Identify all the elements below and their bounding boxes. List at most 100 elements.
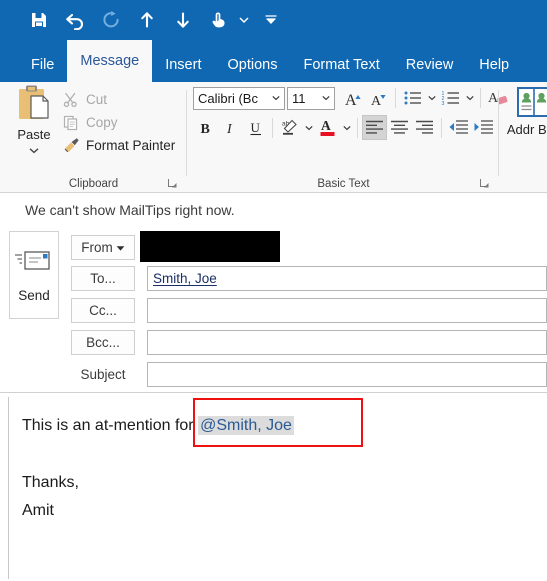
paste-button-label: Paste	[17, 127, 51, 142]
tab-review[interactable]: Review	[393, 48, 467, 82]
from-button[interactable]: From	[71, 235, 135, 260]
cut-label: Cut	[86, 92, 108, 107]
svg-text:A: A	[321, 118, 331, 133]
font-size-value: 11	[292, 90, 306, 106]
font-color-icon[interactable]: A	[315, 115, 340, 140]
address-book-label: Addr Boo	[506, 122, 547, 137]
clipboard-group-label: Clipboard	[68, 178, 119, 190]
tab-options[interactable]: Options	[214, 48, 290, 82]
to-input[interactable]: Smith, Joe	[147, 266, 547, 291]
outlook-compose-window: File Message Insert Options Format Text …	[0, 0, 547, 581]
subject-input[interactable]	[147, 362, 547, 387]
to-button[interactable]: To...	[71, 266, 135, 291]
shrink-font-icon[interactable]: A	[366, 86, 391, 111]
recipient-chip[interactable]: Smith, Joe	[153, 271, 217, 286]
at-mention-highlight[interactable]: @Smith, Joe	[198, 416, 294, 435]
cc-button[interactable]: Cc...	[71, 298, 135, 323]
redo-icon[interactable]	[94, 3, 128, 37]
copy-label: Copy	[86, 115, 118, 130]
send-button-label: Send	[18, 287, 50, 303]
font-name-value: Calibri (Bc	[198, 90, 258, 106]
basic-text-dialog-launcher[interactable]	[479, 176, 491, 188]
align-left-icon[interactable]	[362, 115, 387, 140]
divider	[357, 117, 358, 138]
text-highlight-icon[interactable]: ab	[277, 115, 302, 140]
send-button[interactable]: Send	[9, 231, 59, 319]
decrease-indent-icon[interactable]	[446, 115, 471, 140]
tab-insert[interactable]: Insert	[152, 48, 214, 82]
group-separator	[186, 90, 187, 176]
divider	[480, 88, 481, 108]
svg-text:I: I	[226, 122, 233, 137]
cc-label: Cc...	[89, 303, 117, 318]
tab-message[interactable]: Message	[67, 40, 153, 82]
bold-icon[interactable]: B	[193, 115, 218, 140]
signature-line-2: Amit	[22, 502, 54, 519]
cc-input[interactable]	[147, 298, 547, 323]
tab-help[interactable]: Help	[466, 48, 522, 82]
touch-mouse-mode-icon[interactable]	[202, 3, 236, 37]
bullets-icon[interactable]	[400, 86, 425, 111]
ribbon-group-basic-text: Calibri (Bc 11 A A 1 2 3 A B I U ab A Ba…	[188, 82, 508, 192]
grow-font-icon[interactable]: A	[341, 86, 366, 111]
font-size-combo[interactable]: 11	[287, 86, 335, 110]
numbering-dropdown-caret-icon[interactable]	[463, 86, 476, 111]
text-highlight-dropdown-caret-icon[interactable]	[302, 115, 315, 140]
tab-file[interactable]: File	[18, 48, 67, 82]
paste-icon	[19, 85, 49, 119]
chevron-down-icon[interactable]	[270, 95, 282, 101]
align-center-icon[interactable]	[387, 115, 412, 140]
address-book-icon	[517, 87, 547, 117]
align-right-icon[interactable]	[412, 115, 437, 140]
format-painter-icon	[60, 137, 82, 154]
qat-overflow-caret-icon[interactable]	[236, 3, 252, 37]
paste-dropdown-caret-icon[interactable]	[29, 141, 39, 159]
message-body[interactable]: This is an at-mention for @Smith, Joe Th…	[0, 392, 547, 581]
undo-icon[interactable]	[58, 3, 92, 37]
body-first-paragraph: This is an at-mention for @Smith, Joe	[22, 411, 537, 440]
divider	[395, 88, 396, 108]
copy-button[interactable]: Copy	[60, 111, 118, 134]
bcc-input[interactable]	[147, 330, 547, 355]
customize-quick-access-toolbar-icon[interactable]	[254, 3, 288, 37]
numbering-icon[interactable]: 1 2 3	[438, 86, 463, 111]
divider	[441, 117, 442, 138]
format-painter-button[interactable]: Format Painter	[60, 134, 175, 157]
save-icon[interactable]	[22, 3, 56, 37]
copy-icon	[60, 115, 82, 131]
next-item-icon[interactable]	[166, 3, 200, 37]
basic-text-group-label: Basic Text	[317, 178, 370, 190]
clipboard-dialog-launcher[interactable]	[167, 176, 179, 188]
font-color-dropdown-caret-icon[interactable]	[340, 115, 353, 140]
address-book-button[interactable]: Addr Boo	[506, 86, 547, 137]
ribbon-content: Paste Cut Copy Format Painter Clipboard …	[0, 82, 547, 193]
chevron-down-icon	[116, 240, 125, 255]
svg-text:U: U	[250, 120, 260, 135]
underline-icon[interactable]: U	[243, 115, 268, 140]
bcc-button[interactable]: Bcc...	[71, 330, 135, 355]
from-value-redacted	[140, 231, 280, 262]
from-label: From	[81, 240, 113, 255]
quick-access-toolbar	[0, 0, 547, 40]
signature-block: Thanks, Amit	[22, 469, 79, 525]
body-text-prefix: This is an at-mention for	[22, 417, 199, 434]
send-envelope-icon	[15, 250, 50, 270]
to-label: To...	[90, 271, 116, 286]
tab-format-text[interactable]: Format Text	[290, 48, 392, 82]
bullets-dropdown-caret-icon[interactable]	[425, 86, 438, 111]
mailtips-message: We can't show MailTips right now.	[25, 202, 235, 218]
previous-item-icon[interactable]	[130, 3, 164, 37]
chevron-down-icon[interactable]	[320, 95, 332, 101]
font-name-combo[interactable]: Calibri (Bc	[193, 86, 285, 110]
paste-button[interactable]: Paste	[10, 84, 58, 160]
cut-button[interactable]: Cut	[60, 88, 107, 111]
subject-label: Subject	[80, 367, 126, 382]
compose-header: Send From To... Smith, Joe Cc... Bcc...	[0, 226, 547, 392]
increase-indent-icon[interactable]	[471, 115, 496, 140]
mailtips-bar: We can't show MailTips right now.	[0, 194, 547, 226]
body-left-rule	[8, 397, 9, 579]
bcc-label: Bcc...	[86, 335, 120, 350]
svg-text:3: 3	[441, 101, 444, 107]
ribbon-group-names: Addr Boo	[500, 82, 547, 192]
italic-icon[interactable]: I	[218, 115, 243, 140]
